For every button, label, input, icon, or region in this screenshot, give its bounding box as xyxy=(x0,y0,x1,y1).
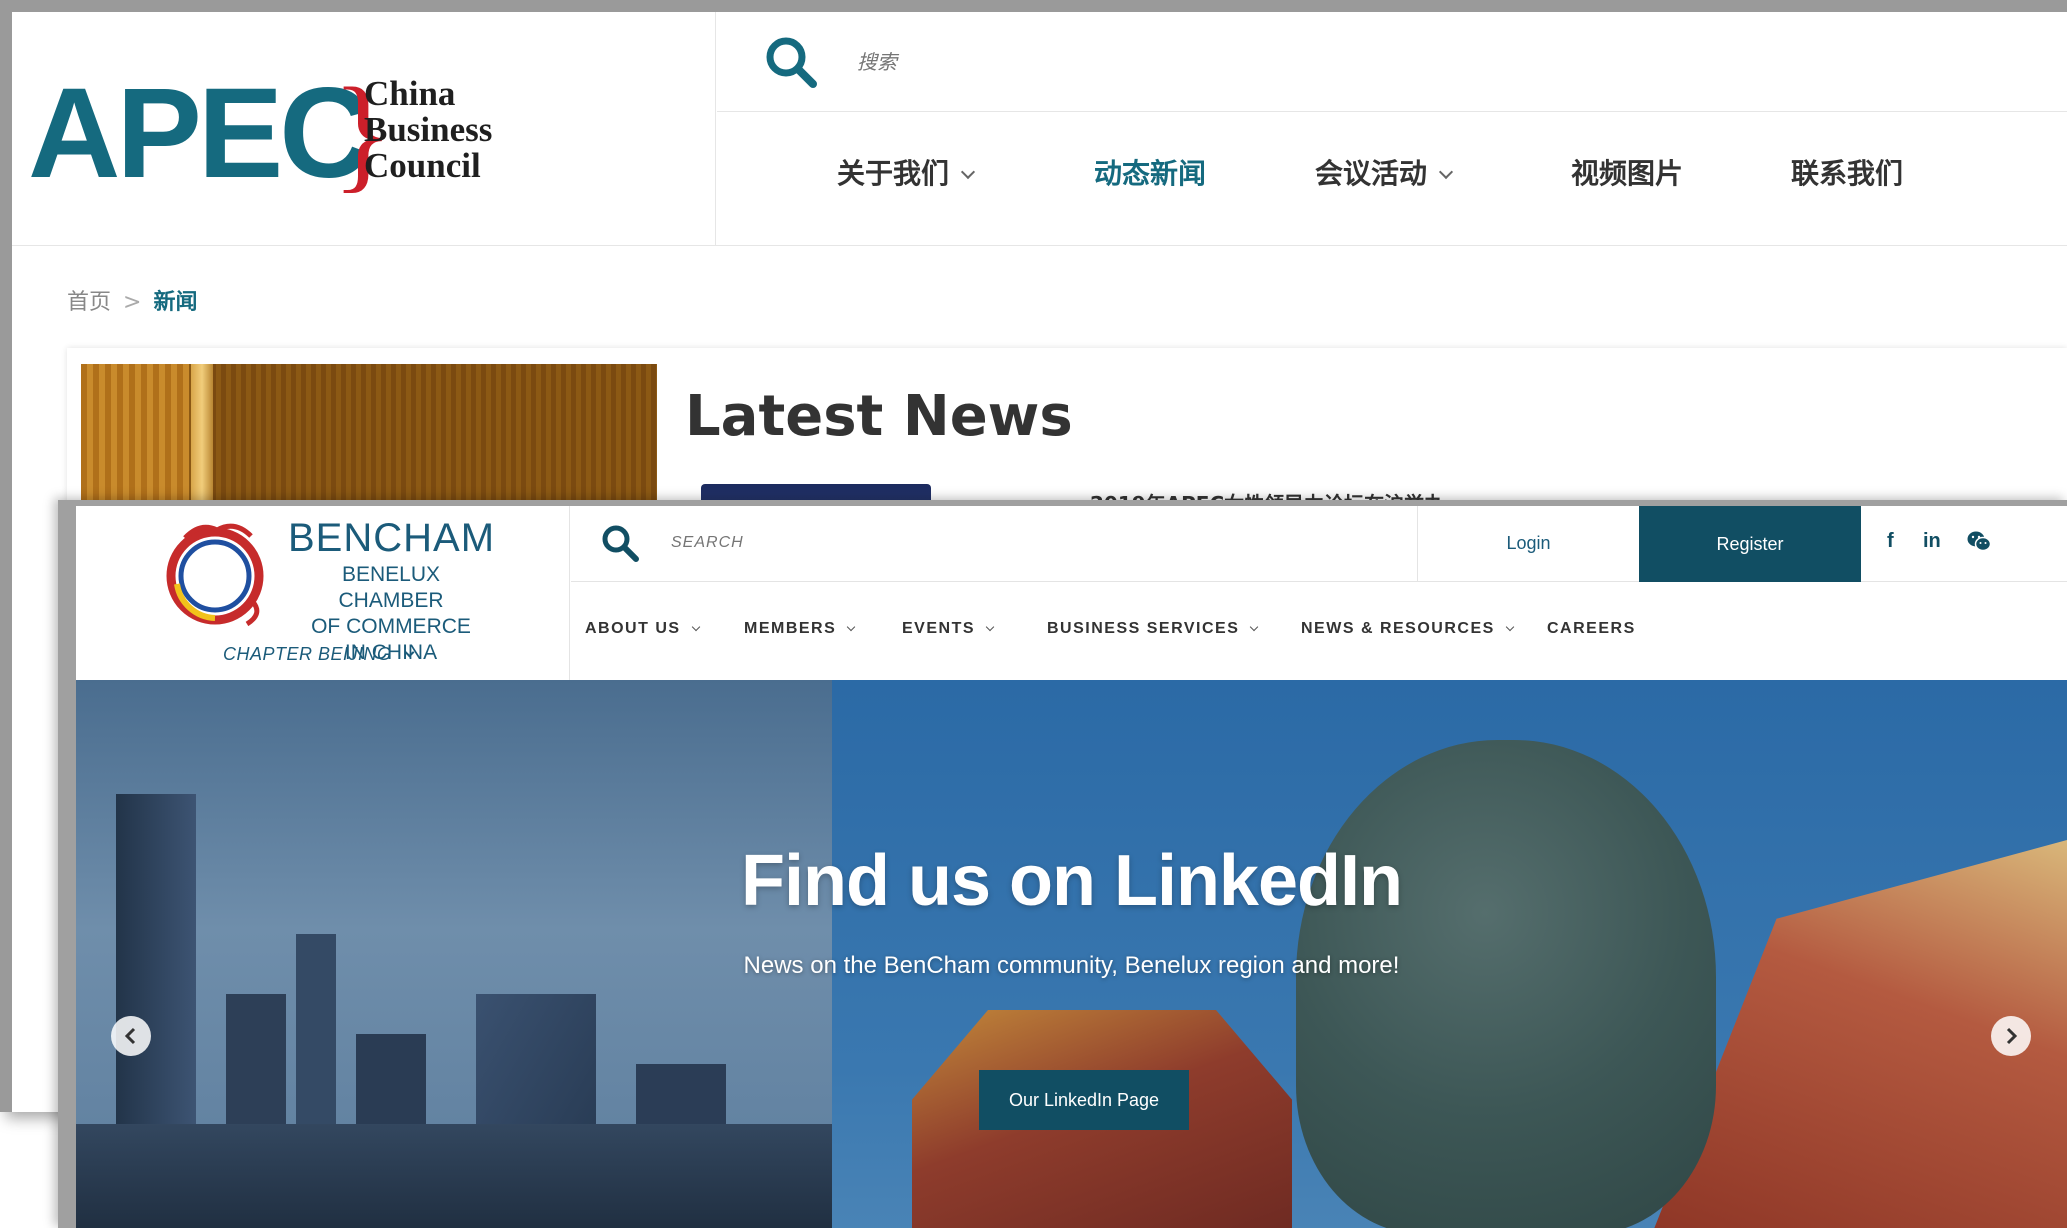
bencham-window: BENCHAM BENELUX CHAMBER OF COMMERCE IN C… xyxy=(58,500,2067,1228)
search-icon[interactable] xyxy=(599,522,641,564)
nav-label: MEMBERS xyxy=(744,620,837,637)
bencham-logo-line: BENELUX CHAMBER xyxy=(338,563,444,612)
chevron-left-icon xyxy=(124,1027,136,1045)
apec-nav-media[interactable]: 视频图片 xyxy=(1571,152,1683,192)
chevron-down-icon xyxy=(960,164,976,180)
breadcrumb-current: 新闻 xyxy=(153,290,198,315)
apec-main-nav: 关于我们 动态新闻 会议活动 视频图片 联系我们 xyxy=(717,112,2067,246)
social-links: f in xyxy=(1861,506,2067,582)
apec-logo-line: China xyxy=(364,74,456,113)
chevron-down-icon xyxy=(985,622,995,632)
chevron-down-icon xyxy=(1438,164,1454,180)
chevron-down-icon xyxy=(847,622,856,632)
chevron-right-icon xyxy=(2006,1027,2018,1045)
screenshot-collage: APEC } China Business Council 关于我们 xyxy=(0,0,2067,1228)
apec-nav-about[interactable]: 关于我们 xyxy=(837,152,976,192)
bencham-main-nav: ABOUT US MEMBERS EVENTS BUSINESS SERVICE… xyxy=(571,582,2067,680)
apec-nav-label: 动态新闻 xyxy=(1094,157,1207,190)
bencham-search-input[interactable] xyxy=(671,528,1371,558)
facebook-icon[interactable]: f xyxy=(1887,530,1894,553)
apec-search-bar xyxy=(717,12,2067,112)
register-button[interactable]: Register xyxy=(1639,506,1861,582)
apec-logo[interactable]: APEC } China Business Council xyxy=(12,12,716,246)
apec-logo-caption: China Business Council xyxy=(364,76,492,184)
chevron-down-icon xyxy=(404,647,414,658)
bencham-search-bar xyxy=(571,506,1417,582)
nav-label: CAREERS xyxy=(1547,620,1636,637)
nav-events[interactable]: EVENTS xyxy=(902,620,995,638)
apec-search-input[interactable] xyxy=(857,42,1757,82)
carousel-prev-button[interactable] xyxy=(111,1016,151,1056)
nav-label: BUSINESS SERVICES xyxy=(1047,620,1240,637)
nav-label: ABOUT US xyxy=(585,620,681,637)
apec-nav-events[interactable]: 会议活动 xyxy=(1315,152,1454,192)
apec-nav-news[interactable]: 动态新闻 xyxy=(1094,152,1206,192)
apec-nav-label: 联系我们 xyxy=(1791,157,1904,190)
wechat-icon[interactable] xyxy=(1967,530,1991,552)
chapter-selector[interactable]: CHAPTER BEIJING xyxy=(223,644,414,665)
linkedin-icon[interactable]: in xyxy=(1923,530,1941,553)
carousel-next-button[interactable] xyxy=(1991,1016,2031,1056)
dragon-ring-logo-icon xyxy=(166,523,264,627)
stone-lion-statue xyxy=(1296,740,1716,1228)
apec-header: APEC } China Business Council 关于我们 xyxy=(12,12,2067,246)
apec-logo-line: Council xyxy=(364,146,481,185)
bencham-logo-name: BENCHAM xyxy=(288,516,496,560)
chevron-down-icon xyxy=(1250,622,1259,632)
breadcrumb-home[interactable]: 首页 xyxy=(67,290,111,315)
hero-subtitle: News on the BenCham community, Benelux r… xyxy=(743,952,1400,979)
hero-title: Find us on LinkedIn xyxy=(741,841,1403,921)
breadcrumb-separator: > xyxy=(123,290,142,315)
bencham-header: BENCHAM BENELUX CHAMBER OF COMMERCE IN C… xyxy=(76,506,2067,680)
apec-logo-line: Business xyxy=(364,110,493,149)
section-title: Latest News xyxy=(685,384,1073,449)
nav-label: NEWS & RESOURCES xyxy=(1301,620,1495,637)
apec-logo-word: APEC xyxy=(28,62,372,205)
breadcrumb: 首页 > 新闻 xyxy=(67,284,197,316)
chevron-down-icon xyxy=(691,622,700,632)
apec-nav-contact[interactable]: 联系我们 xyxy=(1791,152,1903,192)
hero-carousel: Find us on LinkedIn News on the BenCham … xyxy=(76,680,2067,1228)
nav-about-us[interactable]: ABOUT US xyxy=(585,620,700,638)
nav-business-services[interactable]: BUSINESS SERVICES xyxy=(1047,620,1259,638)
nav-members[interactable]: MEMBERS xyxy=(744,620,856,638)
apec-nav-label: 会议活动 xyxy=(1315,157,1428,190)
chevron-down-icon xyxy=(1505,622,1515,632)
nav-careers[interactable]: CAREERS xyxy=(1547,620,1636,638)
login-button[interactable]: Login xyxy=(1417,506,1639,582)
nav-label: EVENTS xyxy=(902,620,976,637)
linkedin-page-button[interactable]: Our LinkedIn Page xyxy=(979,1070,1189,1130)
skyline-detail xyxy=(76,1124,832,1228)
bencham-logo-line: OF COMMERCE xyxy=(311,615,471,638)
bencham-logo[interactable]: BENCHAM BENELUX CHAMBER OF COMMERCE IN C… xyxy=(76,506,570,680)
chapter-label: CHAPTER BEIJING xyxy=(223,644,392,664)
apec-nav-label: 关于我们 xyxy=(837,157,950,190)
nav-news-resources[interactable]: NEWS & RESOURCES xyxy=(1301,620,1515,638)
search-icon[interactable] xyxy=(761,32,821,92)
apec-nav-label: 视频图片 xyxy=(1571,157,1684,190)
